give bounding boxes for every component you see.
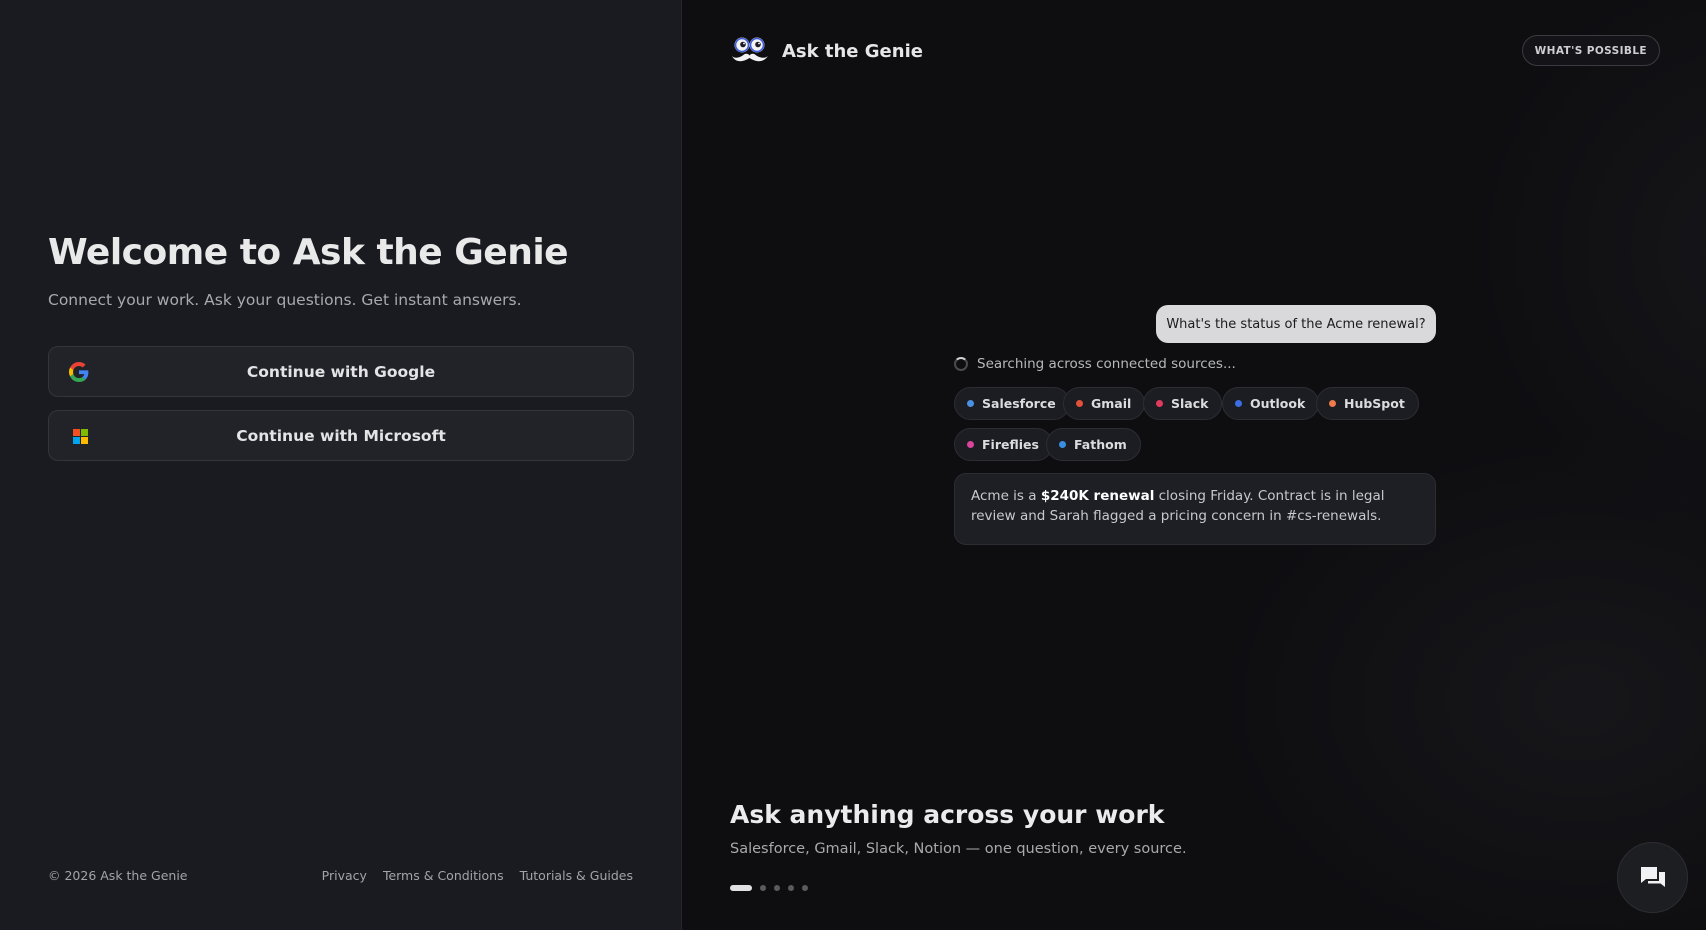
carousel-indicators [730,885,808,891]
source-chip-label: Slack [1171,396,1209,411]
chat-bubbles-icon [1640,866,1665,887]
brand: Ask the Genie [730,36,923,66]
carousel-dot-5[interactable] [802,885,808,891]
brand-name: Ask the Genie [782,40,923,62]
source-chip-label: Fireflies [982,437,1039,452]
google-g-icon [69,362,89,382]
source-chip-hubspot: HubSpot [1316,387,1419,420]
footer-links: Privacy Terms & Conditions Tutorials & G… [322,868,633,883]
source-dot [967,441,974,448]
source-dot [967,400,974,407]
source-dot [1076,400,1083,407]
searching-text: Searching across connected sources... [977,356,1236,372]
source-chip-label: Outlook [1250,396,1306,411]
carousel-dot-1[interactable] [730,885,752,891]
privacy-link[interactable]: Privacy [322,868,367,883]
tutorials-link[interactable]: Tutorials & Guides [520,868,633,883]
copyright: © 2026 Ask the Genie [48,868,188,883]
source-chip-fathom: Fathom [1046,428,1141,461]
source-chip-label: HubSpot [1344,396,1405,411]
loading-spinner-icon [954,357,968,371]
carousel-dot-2[interactable] [760,885,766,891]
source-dot [1235,400,1242,407]
searching-status: Searching across connected sources... [954,356,1236,372]
google-button-label: Continue with Google [246,362,436,381]
continue-with-microsoft-button[interactable]: Continue with Microsoft [48,410,634,461]
source-chip-outlook: Outlook [1222,387,1320,420]
source-dot [1329,400,1336,407]
hero-title: Ask anything across your work [730,800,1165,829]
terms-link[interactable]: Terms & Conditions [383,868,504,883]
login-page: Welcome to Ask the Genie Connect your wo… [0,0,1706,930]
source-chip-gmail: Gmail [1063,387,1146,420]
demo-answer-card: Acme is a $240K renewal closing Friday. … [954,473,1436,545]
welcome-subtitle: Connect your work. Ask your questions. G… [48,291,522,309]
source-chip-label: Fathom [1074,437,1127,452]
answer-highlight: $240K renewal [1040,488,1155,504]
source-chip-salesforce: Salesforce [954,387,1070,420]
hero-subtitle: Salesforce, Gmail, Slack, Notion — one q… [730,841,1187,857]
genie-mascot-icon [732,37,768,62]
answer-prefix: Acme is a [971,488,1041,504]
carousel-dot-3[interactable] [774,885,780,891]
microsoft-logo-icon [73,429,88,444]
source-chip-slack: Slack [1143,387,1223,420]
source-chip-label: Gmail [1091,396,1132,411]
source-dot [1156,400,1163,407]
showcase-panel: Ask the Genie WHAT'S POSSIBLE What's the… [682,0,1706,930]
footer: © 2026 Ask the Genie Privacy Terms & Con… [48,868,633,883]
demo-question-bubble: What's the status of the Acme renewal? [1156,305,1436,343]
sign-in-panel: Welcome to Ask the Genie Connect your wo… [0,0,682,930]
whats-possible-button[interactable]: WHAT'S POSSIBLE [1521,35,1660,66]
microsoft-button-label: Continue with Microsoft [236,426,446,445]
continue-with-google-button[interactable]: Continue with Google [48,346,634,397]
welcome-title: Welcome to Ask the Genie [48,232,569,273]
carousel-dot-4[interactable] [788,885,794,891]
chat-support-button[interactable] [1617,842,1688,913]
source-chip-label: Salesforce [982,396,1056,411]
source-dot [1059,441,1066,448]
source-chip-fireflies: Fireflies [954,428,1053,461]
